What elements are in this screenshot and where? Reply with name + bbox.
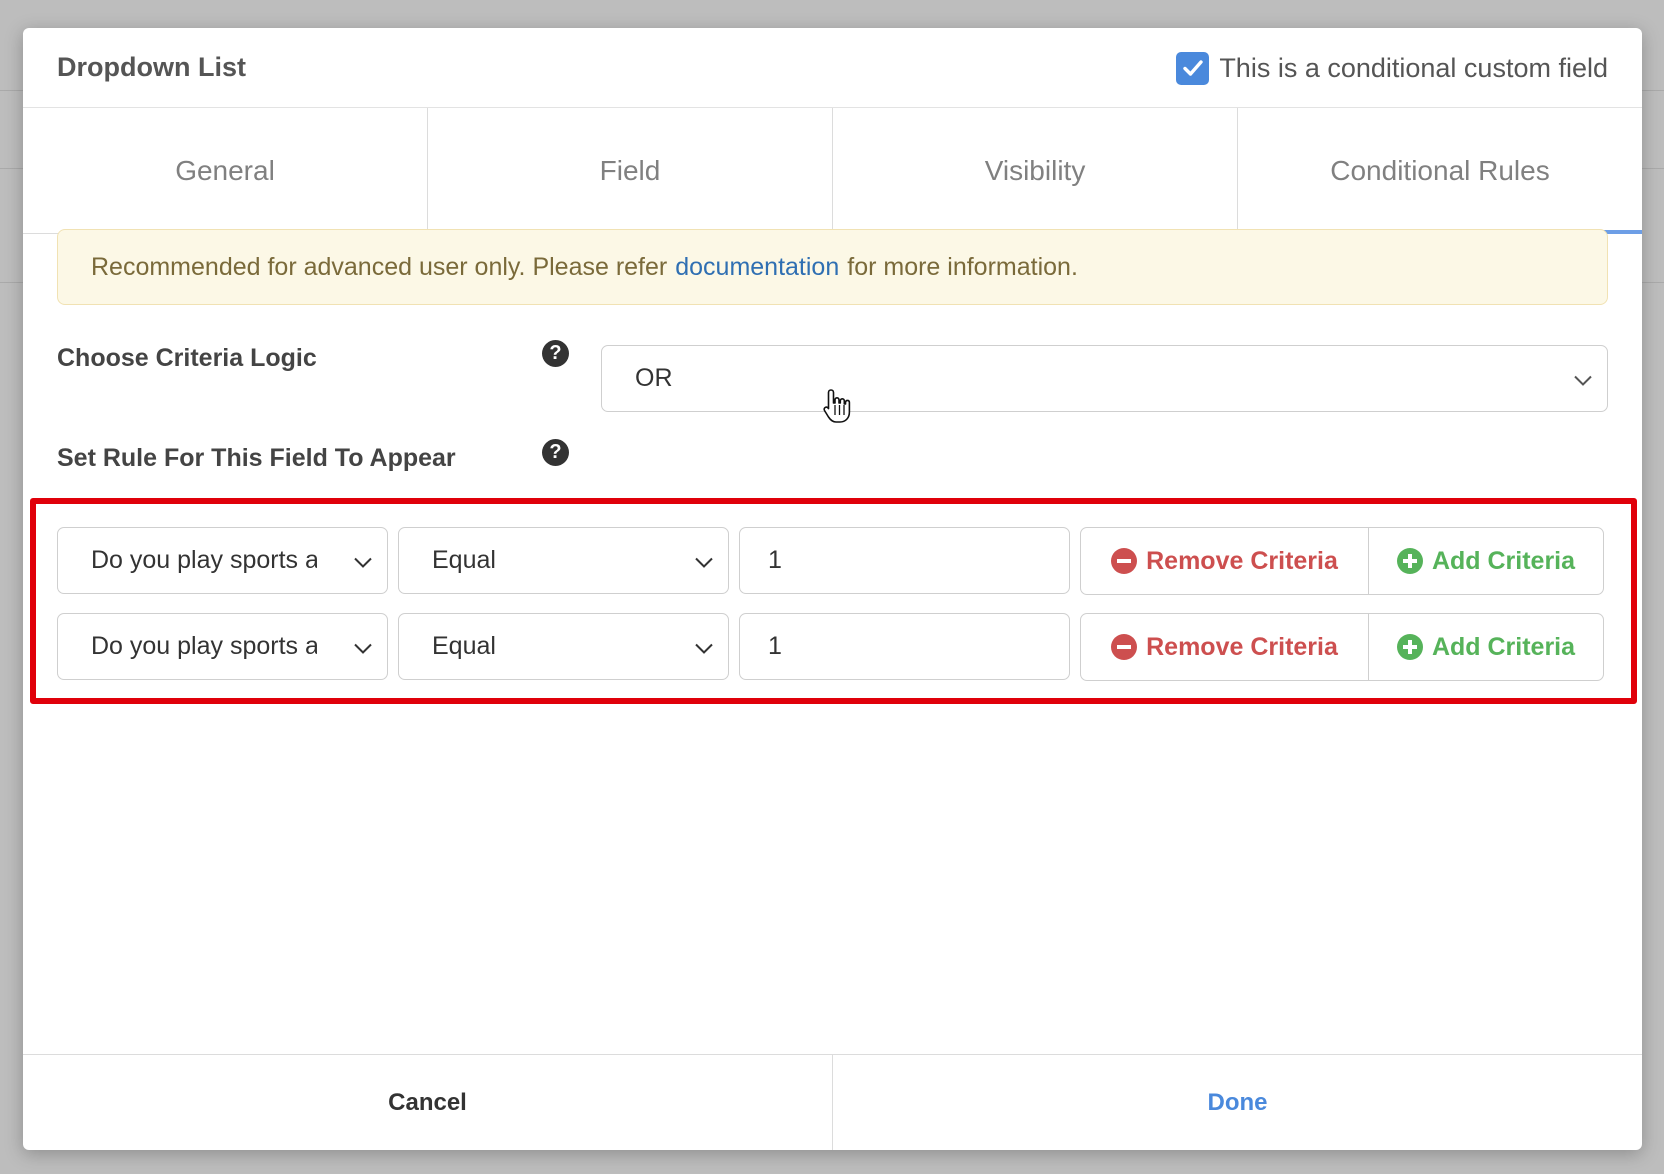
minus-circle-icon <box>1111 548 1138 574</box>
add-criteria-button[interactable]: Add Criteria <box>1369 614 1603 680</box>
checkbox-checked-icon[interactable] <box>1176 51 1210 85</box>
tab-general[interactable]: General <box>23 108 428 233</box>
chevron-down-icon <box>353 632 373 661</box>
tab-visibility[interactable]: Visibility <box>833 108 1238 233</box>
rule-field-value: Do you play sports as <box>91 632 317 660</box>
rule-field-select[interactable]: Do you play sports as <box>57 527 388 594</box>
notice-text-after: for more information. <box>847 252 1078 281</box>
set-rule-label: Set Rule For This Field To Appear <box>57 444 456 472</box>
rule-operator-select[interactable]: Equal <box>398 527 729 594</box>
criteria-button-group: Remove Criteria Add Criteria <box>1080 613 1604 681</box>
plus-circle-icon <box>1396 548 1423 574</box>
chevron-down-icon <box>353 546 373 575</box>
add-criteria-button[interactable]: Add Criteria <box>1369 528 1603 594</box>
rule-value-input[interactable]: 1 <box>739 613 1070 680</box>
remove-criteria-label: Remove Criteria <box>1146 546 1338 575</box>
criteria-button-group: Remove Criteria Add Criteria <box>1080 527 1604 595</box>
question-circle-icon[interactable]: ? <box>542 439 569 466</box>
criteria-logic-value: OR <box>635 364 673 392</box>
advanced-user-notice: Recommended for advanced user only. Plea… <box>57 229 1608 305</box>
add-criteria-label: Add Criteria <box>1431 632 1576 661</box>
criteria-logic-select[interactable]: OR <box>601 345 1608 412</box>
chevron-down-icon <box>694 632 714 661</box>
minus-circle-icon <box>1111 634 1138 660</box>
question-circle-icon[interactable]: ? <box>542 340 569 367</box>
rule-field-select[interactable]: Do you play sports as <box>57 613 388 680</box>
modal-title: Dropdown List <box>57 52 246 82</box>
conditional-field-toggle[interactable]: This is a conditional custom field <box>1176 48 1608 88</box>
conditional-field-label: This is a conditional custom field <box>1219 52 1608 83</box>
modal-footer: Cancel Done <box>23 1054 1642 1150</box>
tab-field[interactable]: Field <box>428 108 833 233</box>
modal-header: Dropdown List This is a conditional cust… <box>23 28 1642 108</box>
hand-pointer-cursor-icon <box>822 388 852 429</box>
remove-criteria-button[interactable]: Remove Criteria <box>1081 614 1369 680</box>
remove-criteria-button[interactable]: Remove Criteria <box>1081 528 1369 594</box>
rule-operator-value: Equal <box>432 632 496 660</box>
conditional-rules-modal: Dropdown List This is a conditional cust… <box>23 28 1642 1150</box>
remove-criteria-label: Remove Criteria <box>1146 632 1338 661</box>
plus-circle-icon <box>1396 634 1423 660</box>
rule-operator-select[interactable]: Equal <box>398 613 729 680</box>
chevron-down-icon <box>694 546 714 575</box>
rule-operator-value: Equal <box>432 546 496 574</box>
rule-field-value: Do you play sports as <box>91 546 317 574</box>
notice-text-before: Recommended for advanced user only. Plea… <box>91 252 668 281</box>
cancel-button[interactable]: Cancel <box>23 1055 833 1150</box>
add-criteria-label: Add Criteria <box>1431 546 1576 575</box>
tab-conditional-rules[interactable]: Conditional Rules <box>1238 108 1642 234</box>
criteria-logic-label: Choose Criteria Logic <box>57 344 317 372</box>
tab-bar: General Field Visibility Conditional Rul… <box>23 108 1642 234</box>
chevron-down-icon <box>1573 364 1593 393</box>
documentation-link[interactable]: documentation <box>675 253 839 282</box>
rule-value-input[interactable]: 1 <box>739 527 1070 594</box>
done-button[interactable]: Done <box>833 1055 1642 1150</box>
